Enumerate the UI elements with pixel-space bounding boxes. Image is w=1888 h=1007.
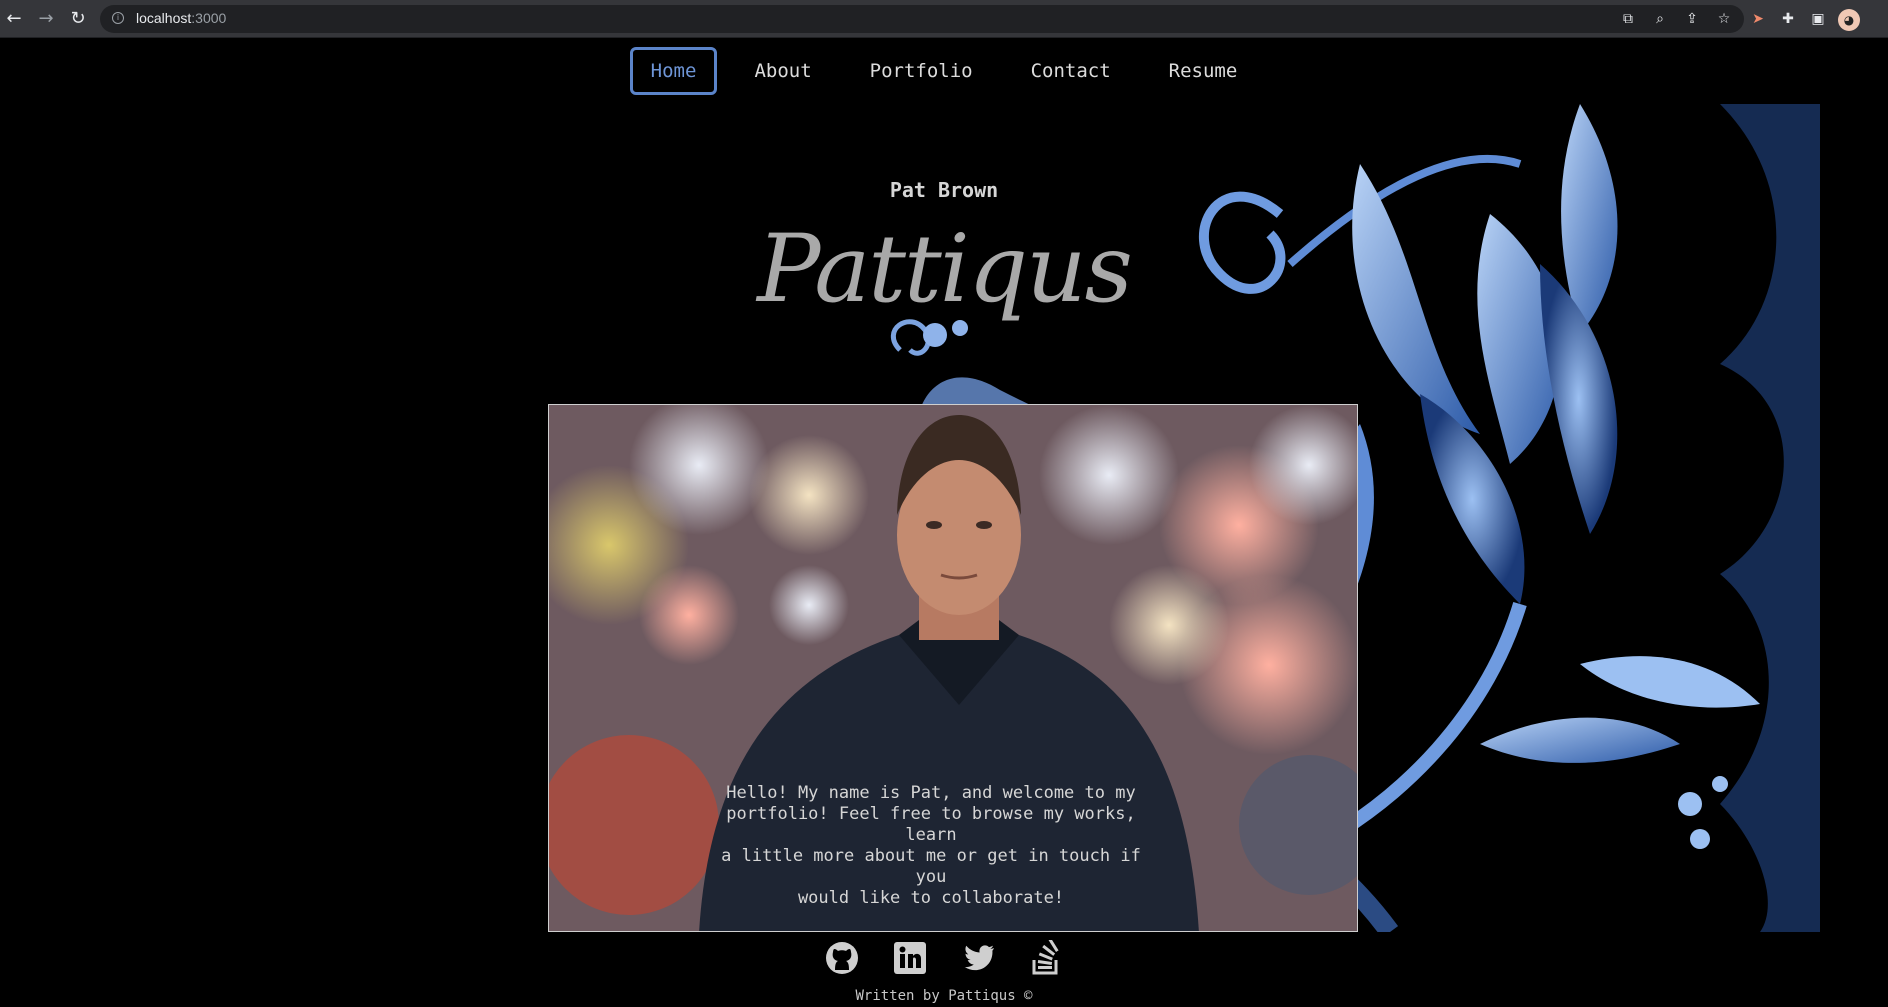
extensions-puzzle-icon[interactable]: ✚ <box>1778 9 1798 29</box>
github-icon[interactable] <box>824 940 860 976</box>
nav-contact[interactable]: Contact <box>1010 47 1132 95</box>
ornament-swirl <box>890 319 1045 410</box>
extension-fish-icon[interactable]: ➤ <box>1748 9 1768 29</box>
zoom-icon[interactable]: ⌕ <box>1650 9 1670 29</box>
stackoverflow-icon[interactable] <box>1028 938 1064 976</box>
hero-photo: Hello! My name is Pat, and welcome to my… <box>548 404 1358 932</box>
footer-credit: Written by Pattiqus © <box>855 988 1033 1004</box>
profile-avatar-icon[interactable]: ◕ <box>1838 9 1860 31</box>
signature-logo: Pattiqus <box>757 215 1133 324</box>
linkedin-icon[interactable] <box>892 940 928 976</box>
nav-resume[interactable]: Resume <box>1148 47 1259 95</box>
share-icon[interactable]: ⇪ <box>1682 9 1702 29</box>
nav-about[interactable]: About <box>733 47 832 95</box>
twitter-icon[interactable] <box>960 940 996 976</box>
address-bar[interactable]: i localhost:3000 ⧉ ⌕ ⇪ ☆ <box>100 5 1744 33</box>
url-text[interactable]: localhost:3000 <box>136 10 226 26</box>
browser-toolbar: ← → ↻ i localhost:3000 ⧉ ⌕ ⇪ ☆ ➤ ✚ ▣ ◕ <box>0 0 1888 38</box>
main-nav: Home About Portfolio Contact Resume <box>0 47 1888 95</box>
nav-home[interactable]: Home <box>629 47 718 95</box>
back-arrow-icon[interactable]: ← <box>4 9 24 29</box>
forward-arrow-icon[interactable]: → <box>36 9 56 29</box>
open-in-new-icon[interactable]: ⧉ <box>1618 9 1638 29</box>
bookmark-star-icon[interactable]: ☆ <box>1714 9 1734 29</box>
site-info-icon[interactable]: i <box>112 12 124 24</box>
side-panel-icon[interactable]: ▣ <box>1808 9 1828 29</box>
author-name: Pat Brown <box>889 178 999 202</box>
social-links <box>0 938 1888 976</box>
nav-portfolio[interactable]: Portfolio <box>849 47 994 95</box>
hero-intro-text: Hello! My name is Pat, and welcome to my… <box>721 783 1141 908</box>
reload-icon[interactable]: ↻ <box>68 9 88 29</box>
